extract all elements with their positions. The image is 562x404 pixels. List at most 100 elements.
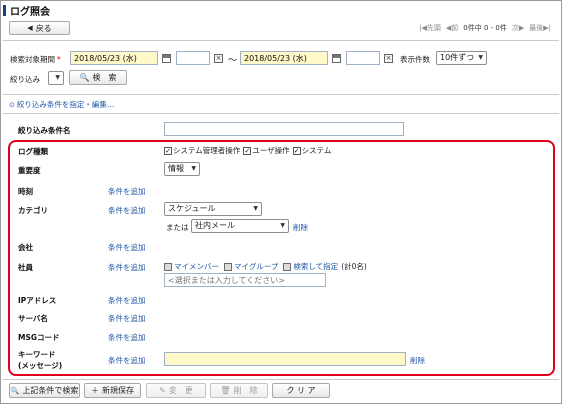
category-select[interactable]: スケジュール ▼ [164, 202, 262, 216]
toggle-conditions-label: 絞り込み条件を指定・編集… [16, 100, 115, 109]
change-button[interactable]: ✎ 変 更 [146, 383, 206, 398]
first-page-link[interactable]: |◀先頭 [419, 23, 441, 33]
new-save-button[interactable]: ＋新規保存 [84, 383, 141, 398]
pencil-icon: ✎ [159, 386, 166, 395]
clear-button[interactable]: ク リ ア [272, 383, 330, 398]
period-label: 検索対象期間 * [10, 55, 61, 64]
ip-address-label: IPアドレス [18, 296, 57, 305]
add-condition-link-keyword[interactable]: 条件を追加 [108, 355, 146, 366]
log-type-system-checkbox[interactable]: ✓ システム [292, 145, 332, 156]
change-label: 変 更 [168, 386, 193, 395]
last-page-link[interactable]: 最後▶| [529, 23, 551, 33]
search-icon: 🔍 [79, 73, 90, 82]
my-member-link[interactable]: マイメンバー [174, 261, 219, 272]
keyword-input[interactable] [164, 352, 406, 366]
chevron-down-icon: ▼ [280, 222, 285, 229]
search-with-conditions-label: 上記条件で検索 [22, 386, 79, 395]
pager: |◀先頭 ◀前 0件中 0 - 0件 次▶ 最後▶| [419, 23, 551, 33]
next-page-link[interactable]: 次▶ [512, 23, 524, 33]
severity-select[interactable]: 情報 ▼ [164, 162, 200, 176]
condition-name-input[interactable] [164, 122, 404, 136]
checkbox-checked-icon: ✓ [292, 146, 301, 155]
checkbox-checked-icon: ✓ [164, 146, 172, 155]
chevron-down-icon: ▼ [478, 54, 483, 61]
range-tilde: ～ [228, 56, 238, 66]
display-count-select[interactable]: 10件ずつ ▼ [436, 51, 487, 65]
log-type-checkboxes: ✓ システム管理者操作 ✓ ユーザ操作 ✓ システム [164, 145, 334, 156]
highlight-box [8, 140, 555, 376]
display-count-value: 10件ずつ [440, 53, 475, 62]
add-condition-link-msg[interactable]: 条件を追加 [108, 332, 146, 343]
display-count-label: 表示件数 [400, 55, 430, 64]
checkbox-label: ユーザ操作 [252, 146, 290, 155]
time-to-input[interactable] [346, 51, 380, 65]
plus-icon: ＋ [91, 386, 99, 395]
toggle-conditions-link[interactable]: ⊙ 絞り込み条件を指定・編集… [9, 99, 114, 110]
employee-total: (計0名) [341, 262, 367, 271]
member-list-icon [164, 262, 172, 271]
category-label: カテゴリ [18, 206, 48, 215]
checkbox-label: システム管理者操作 [173, 146, 241, 155]
checkbox-label: システム [301, 146, 332, 155]
msg-code-label: MSGコード [18, 333, 60, 342]
employee-input[interactable]: <選択または入力してください> [164, 273, 326, 287]
severity-value: 情報 [168, 164, 184, 173]
add-condition-link-time[interactable]: 条件を追加 [108, 186, 146, 197]
person-search-icon [283, 262, 292, 271]
chevron-down-icon: ▼ [191, 165, 196, 172]
keyword-label: キーワード [18, 350, 56, 359]
delete-category-link[interactable]: 削除 [293, 222, 308, 233]
condition-name-label: 絞り込み条件名 [18, 126, 71, 135]
keyword-sublabel: (メッセージ) [18, 361, 63, 370]
time-label: 時刻 [18, 187, 33, 196]
log-type-admin-checkbox[interactable]: ✓ システム管理者操作 [164, 145, 240, 156]
or-label: または [166, 223, 189, 232]
add-condition-link-employee[interactable]: 条件を追加 [108, 262, 146, 273]
category-value: スケジュール [168, 204, 216, 213]
new-save-label: 新規保存 [102, 386, 134, 395]
server-name-label: サーバ名 [18, 314, 48, 323]
category-value-2: 社内メール [195, 221, 235, 230]
search-icon: 🔍 [10, 386, 20, 395]
add-condition-link-ip[interactable]: 条件を追加 [108, 295, 146, 306]
result-count: 0件中 0 - 0件 [463, 24, 507, 32]
log-type-user-checkbox[interactable]: ✓ ユーザ操作 [243, 145, 290, 156]
prev-page-link[interactable]: ◀前 [446, 23, 458, 33]
calendar-icon[interactable] [332, 54, 341, 63]
search-button-label: 検 索 [92, 73, 117, 82]
chevron-down-icon: ▼ [253, 205, 258, 212]
trash-icon: 🗑 [220, 386, 231, 395]
divider [3, 40, 559, 41]
search-specify-link[interactable]: 検索して指定 [293, 261, 338, 272]
search-with-conditions-button[interactable]: 🔍 上記条件で検索 [9, 383, 80, 398]
calendar-icon[interactable] [162, 54, 171, 63]
divider [3, 113, 559, 114]
circle-chevron-icon: ⊙ [9, 100, 15, 109]
time-from-input[interactable] [176, 51, 210, 65]
add-condition-link-server[interactable]: 条件を追加 [108, 313, 146, 324]
date-to-input[interactable]: 2018/05/23 (水) [240, 51, 328, 65]
clear-time-icon[interactable]: × [214, 54, 223, 63]
page-title: ログ照会 [10, 6, 50, 18]
employee-selector-links: マイメンバー マイグループ 検索して指定 (計0名) [164, 261, 367, 272]
my-group-link[interactable]: マイグループ [234, 261, 278, 272]
add-condition-link-category[interactable]: 条件を追加 [108, 205, 146, 216]
clear-time-icon[interactable]: × [384, 54, 393, 63]
search-button[interactable]: 🔍 検 索 [69, 70, 127, 85]
company-label: 会社 [18, 243, 33, 252]
filter-label: 絞り込み [10, 75, 40, 84]
group-list-icon [224, 262, 232, 271]
back-arrow-icon: ◀ [27, 24, 33, 32]
severity-label: 重要度 [18, 166, 41, 175]
divider [3, 379, 559, 380]
category-select-2[interactable]: 社内メール ▼ [191, 219, 289, 233]
add-condition-link-company[interactable]: 条件を追加 [108, 242, 146, 253]
date-from-input[interactable]: 2018/05/23 (水) [70, 51, 158, 65]
chevron-down-icon: ▼ [55, 74, 60, 81]
page-header: ログ照会 [3, 3, 50, 18]
filter-select[interactable]: ▼ [48, 71, 64, 85]
back-button-label: 戻る [35, 23, 52, 33]
delete-keyword-link[interactable]: 削除 [410, 355, 425, 366]
back-button[interactable]: ◀ 戻る [9, 21, 70, 35]
delete-button[interactable]: 🗑 削 除 [210, 383, 268, 398]
